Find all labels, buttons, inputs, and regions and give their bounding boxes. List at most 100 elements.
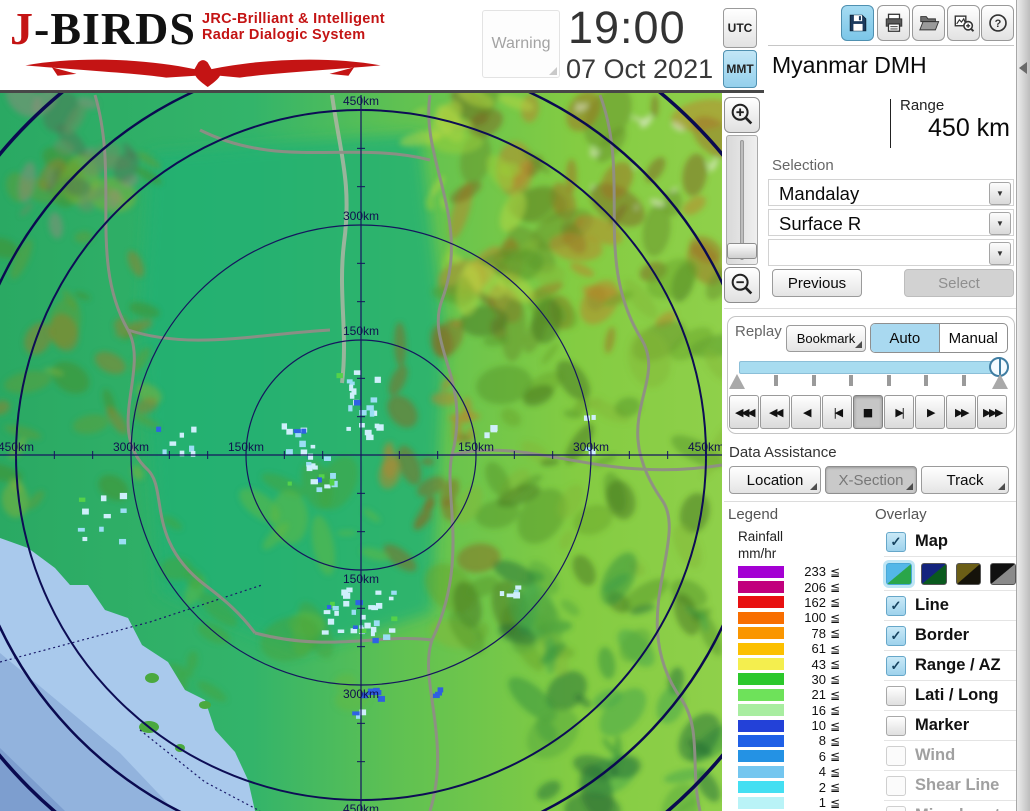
legend-entry: 1 ≦ [738, 795, 848, 810]
playback-button-8[interactable]: ▶▶▶ [977, 395, 1007, 429]
legend-value: 206 [804, 579, 826, 595]
svg-text:450km: 450km [343, 94, 379, 108]
checkbox-border[interactable]: ✓ [886, 625, 906, 646]
playback-button-5[interactable]: ▶| [884, 395, 914, 429]
legend-suffix: ≦ [830, 703, 841, 718]
overlay-label: Overlay [875, 506, 927, 523]
map-style-swatch-1[interactable] [920, 562, 947, 585]
checkbox-wind[interactable] [886, 745, 906, 766]
legend-suffix: ≦ [830, 595, 841, 610]
playback-button-4[interactable]: ■ [853, 395, 883, 429]
panel-collapse-handle[interactable] [1016, 0, 1030, 811]
legend-title: Rainfall [738, 529, 784, 544]
auto-button[interactable]: Auto [871, 324, 940, 352]
legend-value: 43 [811, 656, 826, 672]
zoom-slider-groove [740, 140, 744, 260]
magnifier-minus-icon [731, 273, 753, 295]
overlay-row-map[interactable]: ✓ Map [884, 527, 1016, 556]
overlay-label-marker: Marker [915, 716, 970, 734]
zoom-in-button[interactable] [724, 97, 760, 133]
open-folder-button[interactable] [912, 5, 945, 41]
playback-button-2[interactable]: ◀ [791, 395, 821, 429]
overlay-row-border[interactable]: ✓ Border [884, 620, 1016, 650]
slider-end-marker[interactable] [992, 374, 1008, 389]
print-button[interactable] [877, 5, 910, 41]
overlay-row-shear-line[interactable]: Shear Line [884, 770, 1016, 800]
zoom-slider-handle[interactable] [727, 243, 757, 259]
floppy-icon [849, 14, 866, 32]
chevron-down-icon[interactable]: ▼ [989, 182, 1011, 205]
overlay-row-line[interactable]: ✓ Line [884, 590, 1016, 620]
printer-icon [885, 13, 902, 32]
clock-date: 07 Oct 2021 [566, 54, 714, 84]
legend-entry: 100 ≦ [738, 610, 848, 625]
legend-suffix: ≦ [830, 764, 841, 779]
overlay-row-lati-long[interactable]: Lati / Long [884, 680, 1016, 710]
radar-map[interactable]: 450km 300km 150km 150km 300km 450km 450km 300km… [0, 93, 722, 811]
warning-button[interactable]: Warning [482, 10, 560, 78]
time-slider-track[interactable] [739, 361, 1007, 374]
help-icon: ? [988, 14, 1007, 32]
product-dropdown[interactable]: Surface R ▼ [768, 209, 1014, 236]
slider-tick [924, 375, 929, 386]
logo-initial: J [10, 3, 34, 54]
overlay-row-microburst[interactable]: Microburst [884, 800, 1016, 811]
save-button[interactable] [841, 5, 874, 41]
previous-button[interactable]: Previous [772, 269, 862, 297]
legend-entry: 43 ≦ [738, 656, 848, 672]
overlay-row-wind[interactable]: Wind [884, 740, 1016, 770]
legend-value: 16 [811, 702, 826, 718]
manual-button[interactable]: Manual [940, 324, 1008, 352]
legend-value: 2 [818, 779, 826, 795]
playback-button-3[interactable]: |◀ [822, 395, 852, 429]
checkbox-map[interactable]: ✓ [886, 531, 906, 552]
chevron-down-icon[interactable]: ▼ [989, 242, 1011, 265]
help-button[interactable]: ? [981, 5, 1014, 41]
mmt-button[interactable]: MMT [723, 50, 757, 88]
panel-divider [724, 501, 1016, 502]
legend-swatch [738, 565, 784, 578]
select-button[interactable]: Select [904, 269, 1014, 297]
checkbox-marker[interactable] [886, 715, 906, 736]
chevron-down-icon[interactable]: ▼ [989, 212, 1011, 235]
x-section-button[interactable]: X-Section [825, 466, 917, 494]
slider-start-marker[interactable] [729, 374, 745, 389]
track-button[interactable]: Track [921, 466, 1009, 494]
legend-entries: 233 ≦ 206 ≦ 162 ≦ 100 ≦ 78 ≦ 61 ≦ 43 ≦ 30 ≦ 21 ≦ 16 ≦ 10 ≦ 8 ≦ 6… [738, 564, 848, 810]
legend-suffix: ≦ [830, 672, 841, 687]
zoom-out-button[interactable] [724, 267, 760, 303]
playback-button-0[interactable]: ◀◀◀ [729, 395, 759, 429]
svg-text:450km: 450km [343, 802, 379, 811]
overlay-row-marker[interactable]: Marker [884, 710, 1016, 740]
bookmark-button[interactable]: Bookmark [786, 325, 866, 352]
checkbox-microburst[interactable] [886, 805, 906, 811]
replay-mode-toggle: Auto Manual [870, 323, 1008, 353]
legend-swatch [738, 658, 784, 671]
legend-value: 8 [818, 733, 826, 749]
map-style-swatch-3[interactable] [990, 562, 1016, 585]
playback-button-1[interactable]: ◀◀ [760, 395, 790, 429]
checkbox-range-az[interactable]: ✓ [886, 655, 906, 676]
legend-swatch [738, 781, 784, 794]
checkbox-line[interactable]: ✓ [886, 595, 906, 616]
data-assistance-label: Data Assistance [729, 444, 837, 461]
add-snapshot-icon [954, 15, 974, 32]
legend-value: 233 [804, 564, 826, 580]
slider-tick [849, 375, 854, 386]
site-dropdown[interactable]: Mandalay ▼ [768, 179, 1014, 206]
add-snapshot-button[interactable] [947, 5, 980, 41]
option-dropdown[interactable]: ▼ [768, 239, 1014, 266]
location-button[interactable]: Location [729, 466, 821, 494]
map-style-swatch-2[interactable] [955, 562, 982, 585]
slider-tick [886, 375, 891, 386]
legend-suffix: ≦ [830, 610, 841, 625]
utc-button[interactable]: UTC [723, 8, 757, 48]
map-style-swatch-0[interactable] [886, 562, 912, 585]
selection-label: Selection [772, 157, 834, 174]
playback-button-7[interactable]: ▶▶ [946, 395, 976, 429]
overlay-row-range-az[interactable]: ✓ Range / AZ [884, 650, 1016, 680]
checkbox-lati-long[interactable] [886, 685, 906, 706]
playback-button-6[interactable]: ▶ [915, 395, 945, 429]
checkbox-shear-line[interactable] [886, 775, 906, 796]
overlay-label-map: Map [915, 532, 948, 550]
